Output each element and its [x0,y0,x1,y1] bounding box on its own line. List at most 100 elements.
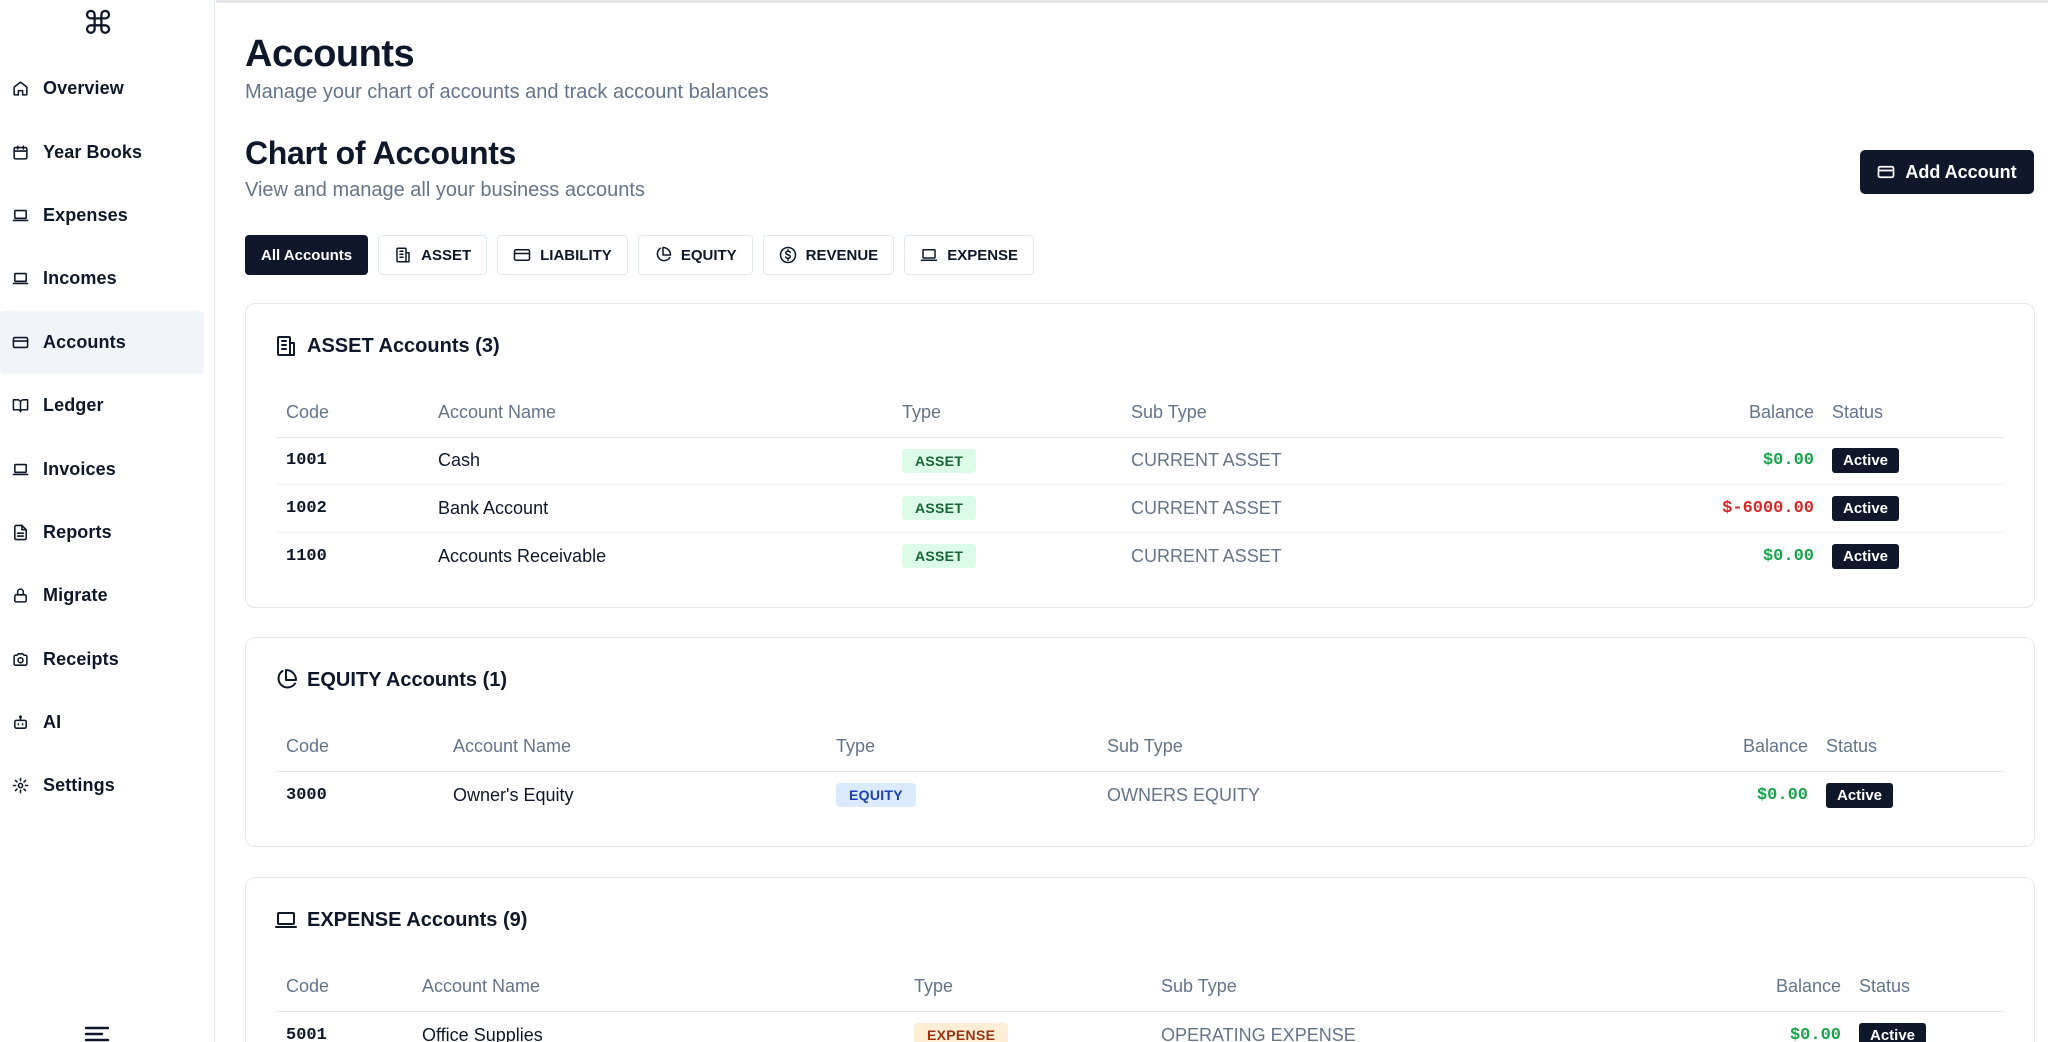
sidebar-item-label: Reports [43,521,112,542]
col-account-name[interactable]: Account Name [444,722,827,772]
filter-equity[interactable]: EQUITY [637,235,753,275]
account-balance: $-6000.00 [1472,484,1823,533]
table-row[interactable]: 1002 Bank Account ASSET CURRENT ASSET $-… [277,484,2004,533]
table-row[interactable]: 3000 Owner's Equity EQUITY OWNERS EQUITY… [277,771,2004,819]
dollar-circle-icon [779,246,796,264]
equity-accounts-table: Code Account Name Type Sub Type Balance … [277,722,2004,819]
sidebar-nav: Overview Year Books Expenses Incomes Acc… [0,57,215,818]
sidebar-item-reports[interactable]: Reports [0,501,204,564]
col-account-name[interactable]: Account Name [429,388,893,438]
page-title: Accounts [245,33,415,75]
account-sub-type: CURRENT ASSET [1122,437,1472,485]
filter-asset[interactable]: ASSET [378,235,488,275]
filter-expense[interactable]: EXPENSE [904,235,1035,275]
status-badge: Active [1832,448,1900,474]
col-balance[interactable]: Balance [1497,962,1850,1012]
section-title: Chart of Accounts [245,135,517,171]
sidebar-item-incomes[interactable]: Incomes [0,247,204,310]
laptop-icon [12,209,29,222]
account-code: 3000 [286,785,327,805]
table-row[interactable]: 5001 Office Supplies EXPENSE OPERATING E… [277,1011,2004,1042]
card-title-text: ASSET Accounts (3) [307,334,500,357]
calendar-icon [13,144,28,160]
sidebar-item-label: Incomes [43,268,117,289]
laptop-icon [275,912,297,928]
account-balance: $0.00 [1472,437,1823,485]
account-type-cell: EQUITY [827,771,1098,819]
sidebar-item-migrate[interactable]: Migrate [0,564,204,627]
col-status[interactable]: Status [1850,962,2004,1012]
asset-accounts-table: Code Account Name Type Sub Type Balance … [277,388,2004,580]
account-name: Accounts Receivable [438,545,607,566]
sidebar-item-accounts[interactable]: Accounts [0,310,204,374]
col-type[interactable]: Type [905,962,1152,1012]
filter-revenue[interactable]: REVENUE [762,235,895,275]
sidebar-item-label: Migrate [43,585,108,606]
filter-label: EXPENSE [947,246,1019,264]
col-code[interactable]: Code [277,388,429,438]
filter-label: ASSET [421,246,472,264]
sidebar-item-expenses[interactable]: Expenses [0,184,204,247]
filter-liability[interactable]: LIABILITY [497,235,628,275]
filter-label: REVENUE [805,246,879,264]
account-balance: $0.00 [1762,546,1814,566]
filter-all-accounts[interactable]: All Accounts [245,235,369,275]
sidebar-item-label: Year Books [43,141,143,162]
pie-chart-icon [656,246,672,262]
expense-accounts-card: EXPENSE Accounts (9) Code Account Name T… [245,877,2035,1042]
col-sub-type[interactable]: Sub Type [1098,722,1454,772]
table-row[interactable]: 1100 Accounts Receivable ASSET CURRENT A… [277,532,2004,580]
account-code: 1100 [286,546,327,566]
account-status-cell: Active [1823,484,2004,533]
building-icon [396,247,410,263]
filter-label: EQUITY [680,246,737,264]
book-open-icon [12,399,29,413]
status-badge: Active [1826,782,1894,808]
sidebar-item-label: Invoices [43,458,116,479]
sidebar-item-year-books[interactable]: Year Books [0,120,204,183]
account-status-cell: Active [1823,437,2004,485]
laptop-icon [920,249,938,261]
col-status[interactable]: Status [1817,722,2004,772]
card-title: EXPENSE Accounts (9) [274,908,527,932]
app-logo[interactable]: ⌘ [82,6,114,40]
sidebar-item-ai[interactable]: AI [0,691,204,754]
col-type[interactable]: Type [827,722,1098,772]
table-header-row: Code Account Name Type Sub Type Balance … [277,722,2004,772]
sidebar: ⌘ Overview Year Books Expenses Incomes A… [0,0,215,1042]
account-type-cell: ASSET [893,437,1122,485]
status-badge: Active [1859,1022,1927,1042]
sidebar-item-receipts[interactable]: Receipts [0,628,204,691]
sidebar-item-label: Overview [43,78,124,99]
card-title-text: EXPENSE Accounts (9) [307,908,528,931]
add-account-label: Add Account [1905,161,2017,182]
sidebar-item-label: Receipts [43,648,119,669]
table-row[interactable]: 1001 Cash ASSET CURRENT ASSET $0.00 Acti… [277,437,2004,485]
sidebar-item-invoices[interactable]: Invoices [0,437,204,500]
add-account-button[interactable]: Add Account [1860,150,2034,194]
sidebar-item-overview[interactable]: Overview [0,57,204,120]
col-account-name[interactable]: Account Name [413,962,905,1012]
account-sub-type: CURRENT ASSET [1131,545,1282,566]
card-title: ASSET Accounts (3) [274,334,500,358]
pie-chart-icon [277,669,297,689]
col-code[interactable]: Code [277,722,444,772]
sidebar-item-label: AI [43,712,62,733]
account-name: Owner's Equity [453,784,574,805]
menu-icon[interactable] [84,1024,110,1042]
table-header-row: Code Account Name Type Sub Type Balance … [277,962,2004,1012]
col-sub-type[interactable]: Sub Type [1122,388,1472,438]
col-type[interactable]: Type [893,388,1122,438]
sidebar-item-ledger[interactable]: Ledger [0,374,204,437]
sidebar-item-settings[interactable]: Settings [0,754,204,817]
laptop-icon [12,273,29,285]
col-balance[interactable]: Balance [1454,722,1817,772]
card-title: EQUITY Accounts (1) [274,668,507,692]
col-status[interactable]: Status [1823,388,2004,438]
col-balance[interactable]: Balance [1472,388,1823,438]
col-code[interactable]: Code [277,962,413,1012]
file-text-icon [14,524,27,541]
col-sub-type[interactable]: Sub Type [1152,962,1497,1012]
account-code: 5001 [286,1025,327,1042]
account-name: Bank Account [429,484,893,533]
